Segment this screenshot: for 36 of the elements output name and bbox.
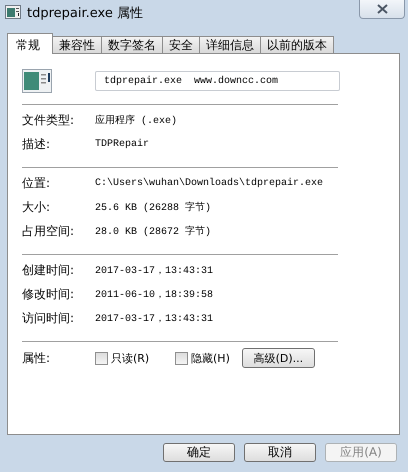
field-label: 大小: bbox=[22, 198, 52, 216]
advanced-button[interactable]: 高级(D)... bbox=[242, 348, 315, 368]
field-value: TDPRepair bbox=[95, 138, 150, 150]
field-label: 创建时间: bbox=[22, 262, 76, 278]
field-value: 25.6 KB (26288 字节) bbox=[95, 200, 212, 214]
field-label: 描述: bbox=[22, 136, 52, 152]
field-value: C:\Users\wuhan\Downloads\tdprepair.exe bbox=[95, 178, 324, 188]
tab[interactable]: 安全 bbox=[162, 36, 200, 53]
tab[interactable]: 数字签名 bbox=[101, 36, 163, 53]
checkbox-label: 隐藏(H) bbox=[191, 350, 230, 366]
field-value: 2017-03-17，13:43:31 bbox=[95, 313, 214, 325]
field-label: 修改时间: bbox=[22, 286, 76, 302]
dialog-button[interactable]: 取消 bbox=[244, 443, 316, 462]
app-window-icon bbox=[5, 5, 21, 19]
dialog-button[interactable]: 确定 bbox=[163, 443, 235, 462]
tab[interactable]: 兼容性 bbox=[52, 36, 102, 53]
checkbox-label: 只读(R) bbox=[111, 350, 150, 366]
close-button[interactable] bbox=[359, 0, 405, 19]
checkbox[interactable] bbox=[95, 352, 108, 364]
field-label: 占用空间: bbox=[22, 222, 76, 240]
field-value: 28.0 KB (28672 字节) bbox=[95, 224, 212, 238]
field-value: 应用程序 (.exe) bbox=[95, 114, 178, 127]
file-name-field[interactable]: tdprepair.exe www.downcc.com bbox=[95, 71, 340, 91]
close-icon bbox=[376, 4, 388, 14]
field-value: 2017-03-17，13:43:31 bbox=[95, 265, 214, 277]
program-icon bbox=[22, 69, 52, 93]
tab[interactable]: 详细信息 bbox=[199, 36, 261, 53]
field-label: 属性: bbox=[22, 350, 52, 366]
field-label: 文件类型: bbox=[22, 112, 76, 128]
window-title: tdprepair.exe 属性 bbox=[27, 5, 144, 22]
field-label: 位置: bbox=[22, 174, 52, 192]
field-value: 2011-06-10，18:39:58 bbox=[95, 289, 214, 301]
field-label: 访问时间: bbox=[22, 310, 76, 326]
checkbox[interactable] bbox=[175, 352, 188, 364]
tab[interactable]: 常规 bbox=[7, 33, 53, 54]
tab[interactable]: 以前的版本 bbox=[260, 36, 334, 53]
